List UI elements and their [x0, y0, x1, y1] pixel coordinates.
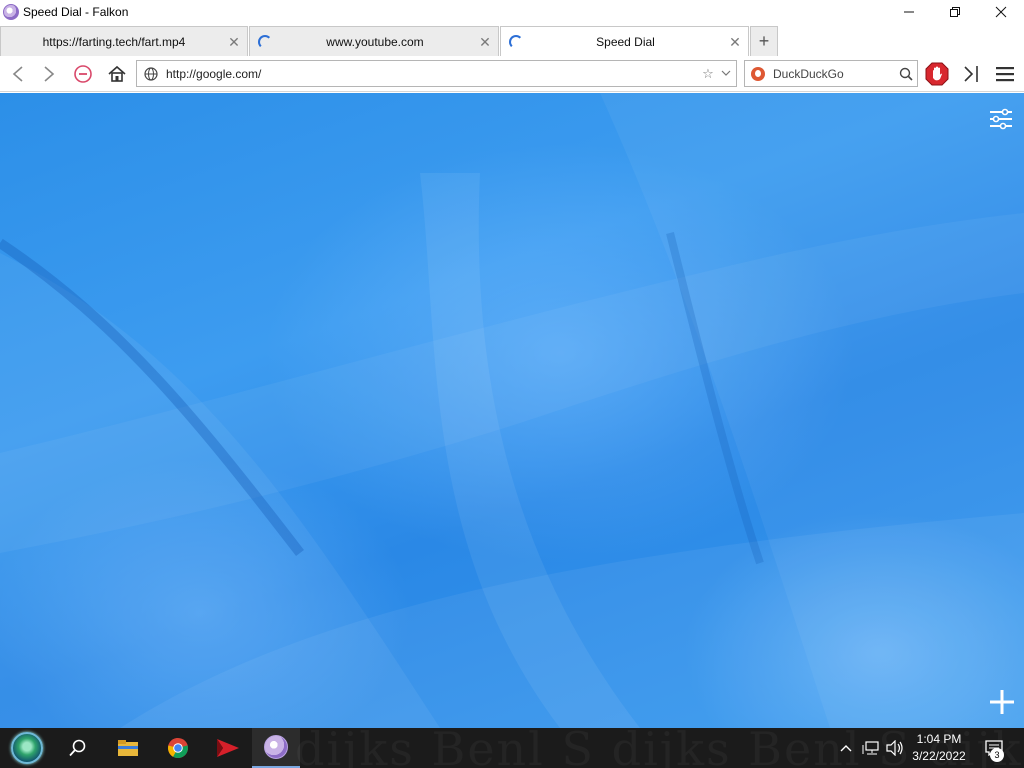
clock-time: 1:04 PM	[916, 732, 962, 746]
stop-button[interactable]	[70, 61, 96, 87]
search-placeholder[interactable]: DuckDuckGo	[773, 67, 895, 81]
tab-close-icon[interactable]: ✕	[227, 35, 241, 49]
home-button[interactable]	[104, 61, 130, 87]
background-waves	[0, 93, 1024, 728]
search-icon	[69, 739, 86, 757]
start-button[interactable]	[6, 728, 48, 768]
tab-youtube[interactable]: www.youtube.com ✕	[249, 26, 499, 56]
network-button[interactable]	[860, 728, 882, 768]
url-text[interactable]: http://google.com/	[166, 67, 700, 81]
adblock-icon	[925, 62, 949, 86]
falkon-icon	[3, 4, 19, 20]
volume-icon	[886, 740, 903, 756]
clock-date: 3/22/2022	[912, 749, 966, 763]
sidebar-toggle-button[interactable]	[958, 61, 984, 87]
start-orb-icon	[11, 732, 43, 764]
file-explorer-button[interactable]	[110, 728, 146, 768]
stop-icon	[74, 65, 92, 83]
globe-icon	[144, 66, 158, 81]
dropdown-icon[interactable]	[716, 68, 736, 79]
navigation-bar: http://google.com/ ☆ DuckDuckGo	[0, 56, 1024, 92]
settings-icon	[990, 108, 1012, 130]
home-icon	[108, 65, 126, 82]
tab-speed-dial[interactable]: Speed Dial ✕	[500, 26, 749, 56]
chrome-button[interactable]	[160, 728, 196, 768]
speed-dial-settings-button[interactable]	[988, 107, 1014, 131]
notification-count-badge: 3	[990, 748, 1004, 762]
tab-label: https://farting.tech/fart.mp4	[42, 34, 186, 49]
minimize-icon	[904, 11, 914, 13]
forward-icon	[44, 66, 55, 82]
tab-fart[interactable]: https://farting.tech/fart.mp4 ✕	[0, 26, 248, 56]
loading-spinner-icon	[258, 34, 272, 49]
tab-close-icon[interactable]: ✕	[478, 35, 492, 49]
duckduckgo-icon	[751, 66, 765, 81]
falkon-icon	[264, 735, 288, 759]
menu-icon	[996, 67, 1014, 82]
tab-label: www.youtube.com	[326, 34, 424, 49]
tab-bar: https://farting.tech/fart.mp4 ✕ www.yout…	[0, 24, 1024, 56]
add-icon	[990, 690, 1014, 714]
file-explorer-icon	[118, 740, 138, 756]
window-title: Speed Dial - Falkon	[23, 5, 129, 19]
back-icon	[12, 66, 23, 82]
restore-button[interactable]	[932, 0, 978, 24]
show-hidden-icons-button[interactable]	[836, 728, 856, 768]
search-bar[interactable]: DuckDuckGo	[744, 60, 918, 87]
add-speed-dial-button[interactable]	[988, 688, 1016, 716]
chrome-icon	[168, 738, 188, 759]
search-icon[interactable]	[895, 63, 917, 85]
tab-label: Speed Dial	[596, 34, 655, 49]
falkon-taskbar-button[interactable]	[252, 728, 300, 768]
app-arrow-icon	[217, 739, 239, 757]
star-icon[interactable]: ☆	[700, 66, 716, 82]
arrow-app-button[interactable]	[208, 728, 248, 768]
sidebar-icon	[964, 66, 978, 82]
volume-button[interactable]	[884, 728, 906, 768]
chevron-up-icon	[840, 745, 852, 752]
clock[interactable]: 1:04 PM 3/22/2022	[908, 731, 970, 765]
back-button[interactable]	[5, 61, 31, 87]
taskbar-search-button[interactable]	[60, 728, 96, 768]
title-bar: Speed Dial - Falkon	[0, 0, 1024, 24]
new-tab-button[interactable]: +	[750, 26, 778, 56]
restore-icon	[950, 7, 960, 17]
loading-spinner-icon	[509, 34, 523, 49]
adblock-button[interactable]	[924, 61, 950, 87]
network-icon	[862, 741, 879, 755]
speed-dial-page	[0, 93, 1024, 728]
window-controls	[886, 0, 1024, 24]
url-bar[interactable]: http://google.com/ ☆	[136, 60, 737, 87]
minimize-button[interactable]	[886, 0, 932, 24]
main-menu-button[interactable]	[992, 61, 1018, 87]
close-icon	[995, 6, 1007, 18]
taskbar: dijks Benl S dijks Benl S dijks 1:04 PM	[0, 728, 1024, 768]
close-button[interactable]	[978, 0, 1024, 24]
forward-button[interactable]	[36, 61, 62, 87]
tab-close-icon[interactable]: ✕	[728, 35, 742, 49]
